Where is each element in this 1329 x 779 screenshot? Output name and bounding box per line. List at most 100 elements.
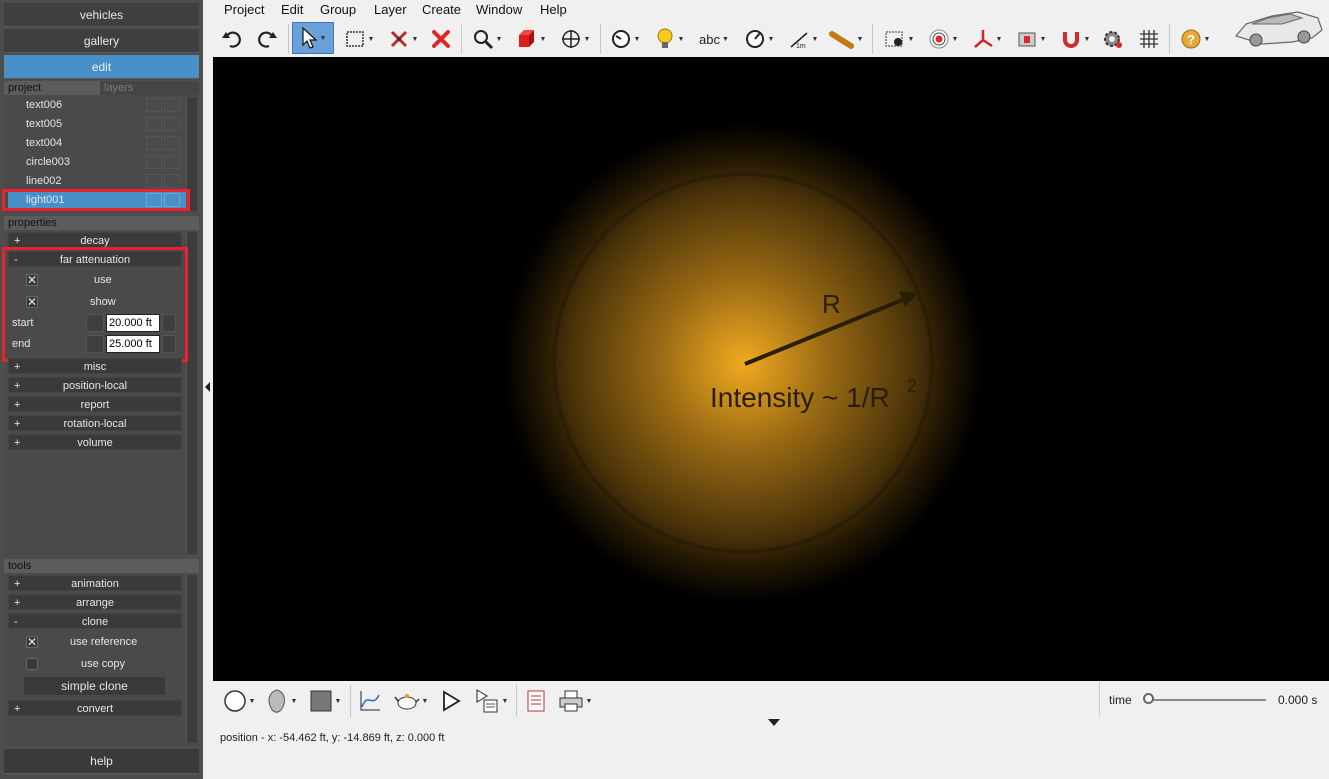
expand-icon: + bbox=[14, 578, 21, 590]
color-swatch-icon bbox=[310, 690, 332, 712]
tool-arrange[interactable]: + arrange bbox=[8, 594, 182, 610]
light-glow bbox=[503, 123, 983, 603]
print-button[interactable]: ▼ bbox=[555, 687, 595, 715]
menu-group[interactable]: Group bbox=[320, 2, 356, 17]
tools-scrollbar[interactable] bbox=[186, 575, 197, 743]
render-sequence-button[interactable]: ▼ bbox=[471, 687, 511, 715]
project-item-text004[interactable]: text004 bbox=[8, 134, 186, 152]
menu-project[interactable]: Project bbox=[224, 2, 264, 17]
gallery-button[interactable]: gallery bbox=[4, 29, 199, 53]
chevron-down-icon: ▼ bbox=[367, 35, 375, 43]
menu-window[interactable]: Window bbox=[476, 2, 522, 17]
visibility-toggle[interactable] bbox=[146, 136, 162, 150]
time-slider-handle[interactable] bbox=[1143, 693, 1154, 704]
tape-tool-button[interactable]: ▼ bbox=[826, 25, 866, 53]
project-item-label: circle003 bbox=[26, 156, 71, 168]
prop-volume[interactable]: + volume bbox=[8, 434, 182, 450]
undo-button[interactable] bbox=[218, 25, 246, 53]
delete-x-icon bbox=[432, 30, 450, 48]
camera-button[interactable]: ▼ bbox=[606, 25, 644, 53]
text-tool-button[interactable]: abc ▼ bbox=[694, 25, 734, 53]
project-item-text005[interactable]: text005 bbox=[8, 115, 186, 133]
lock-toggle[interactable] bbox=[164, 117, 180, 131]
grid-icon bbox=[1140, 30, 1158, 48]
play-button[interactable] bbox=[437, 687, 465, 715]
chevron-down-icon: ▼ bbox=[907, 35, 915, 43]
zoom-button[interactable]: ▼ bbox=[468, 25, 506, 53]
measure-tool-button[interactable]: 1m ▼ bbox=[784, 25, 822, 53]
settings-button[interactable] bbox=[1098, 25, 1128, 53]
menu-create[interactable]: Create bbox=[422, 2, 461, 17]
tool-animation[interactable]: + animation bbox=[8, 575, 182, 591]
snap-button[interactable]: ▼ bbox=[1056, 25, 1094, 53]
toolbar-separator bbox=[288, 24, 289, 54]
prop-decay[interactable]: + decay bbox=[8, 232, 182, 248]
lock-toggle[interactable] bbox=[164, 98, 180, 112]
prop-label: misc bbox=[83, 361, 107, 373]
select-box-button[interactable]: ▼ bbox=[340, 25, 378, 53]
use-copy-checkbox[interactable] bbox=[26, 658, 38, 670]
light-button[interactable]: ▼ bbox=[650, 25, 688, 53]
visibility-toggle[interactable] bbox=[146, 155, 162, 169]
snapshot-button[interactable]: ▼ bbox=[880, 25, 918, 53]
axes-button[interactable]: ▼ bbox=[968, 25, 1006, 53]
visibility-toggle[interactable] bbox=[146, 98, 162, 112]
prop-rotation-local[interactable]: + rotation-local bbox=[8, 415, 182, 431]
time-slider-track[interactable] bbox=[1150, 699, 1266, 701]
target-button[interactable]: ▼ bbox=[924, 25, 962, 53]
lock-toggle[interactable] bbox=[164, 174, 180, 188]
edit-button[interactable]: edit bbox=[4, 55, 199, 79]
view-cube-button[interactable]: ▼ bbox=[512, 25, 550, 53]
panel-splitter[interactable] bbox=[203, 0, 213, 779]
teapot-button[interactable]: ▼ bbox=[391, 687, 431, 715]
tab-project[interactable]: project bbox=[4, 81, 100, 95]
environment-button[interactable]: ▼ bbox=[261, 687, 301, 715]
frame-dot-icon bbox=[885, 31, 903, 47]
background-color-button[interactable]: ▼ bbox=[305, 687, 345, 715]
visibility-toggle[interactable] bbox=[146, 117, 162, 131]
use-reference-checkbox[interactable]: ✕ bbox=[26, 636, 38, 648]
visibility-toggle[interactable] bbox=[146, 174, 162, 188]
material-sphere-button[interactable]: ▼ bbox=[219, 687, 259, 715]
menu-edit[interactable]: Edit bbox=[281, 2, 303, 17]
tool-clone[interactable]: - clone bbox=[8, 613, 182, 629]
prop-position-local[interactable]: + position-local bbox=[8, 377, 182, 393]
tab-layers[interactable]: layers bbox=[100, 81, 199, 95]
vehicles-button[interactable]: vehicles bbox=[4, 3, 199, 27]
prop-report[interactable]: + report bbox=[8, 396, 182, 412]
curve-editor-button[interactable] bbox=[355, 687, 385, 715]
redo-button[interactable] bbox=[253, 25, 281, 53]
angle-tool-button[interactable]: ▼ bbox=[740, 25, 778, 53]
move-icon bbox=[561, 30, 580, 48]
prop-misc[interactable]: + misc bbox=[8, 358, 182, 374]
menu-layer[interactable]: Layer bbox=[374, 2, 407, 17]
box-object-icon bbox=[1018, 32, 1036, 47]
help-button[interactable]: help bbox=[4, 749, 199, 774]
teapot-icon bbox=[393, 694, 420, 710]
lock-toggle[interactable] bbox=[164, 155, 180, 169]
menu-help[interactable]: Help bbox=[540, 2, 567, 17]
collapse-arrow-icon[interactable] bbox=[203, 379, 213, 395]
project-item-circle003[interactable]: circle003 bbox=[8, 153, 186, 171]
help-menu-button[interactable]: ? ▼ bbox=[1176, 25, 1214, 53]
simple-clone-button[interactable]: simple clone bbox=[24, 677, 165, 695]
select-tool-button[interactable]: ▼ bbox=[292, 22, 334, 54]
expand-down-arrow-icon[interactable] bbox=[768, 719, 780, 727]
delete-button[interactable] bbox=[426, 25, 456, 53]
report-button[interactable] bbox=[521, 687, 551, 715]
tool-convert[interactable]: + convert bbox=[8, 700, 182, 716]
3d-viewport[interactable]: R Intensity ~ 1/R 2 bbox=[213, 57, 1329, 681]
grid-button[interactable] bbox=[1134, 25, 1164, 53]
expand-icon: + bbox=[14, 418, 21, 430]
project-item-text006[interactable]: text006 bbox=[8, 96, 186, 114]
toolbar-separator bbox=[872, 24, 873, 54]
delete-tools-button[interactable]: ▼ bbox=[384, 25, 422, 53]
cube-icon bbox=[518, 30, 534, 47]
report-icon bbox=[527, 690, 545, 712]
toolbar-separator bbox=[516, 685, 517, 717]
prop-label: rotation-local bbox=[63, 418, 127, 430]
pan-button[interactable]: ▼ bbox=[556, 25, 594, 53]
lock-toggle[interactable] bbox=[164, 136, 180, 150]
object-button[interactable]: ▼ bbox=[1012, 25, 1050, 53]
project-item-line002[interactable]: line002 bbox=[8, 172, 186, 190]
